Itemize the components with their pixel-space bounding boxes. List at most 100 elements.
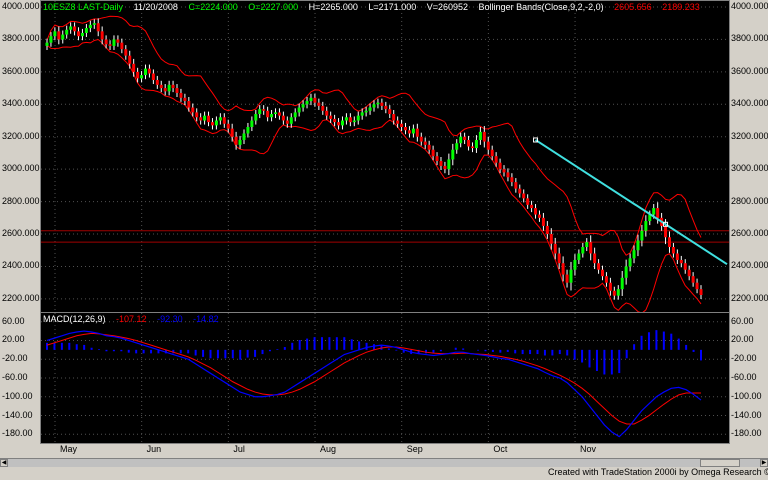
bollinger-upper-band [46,15,702,256]
candle-body [514,182,518,189]
candle-body [640,230,644,241]
price-axis-label-left: 3200.000 [2,130,40,141]
macd-axis-label-right: -100.00 [731,390,762,401]
candle-body [340,120,344,126]
candle-body [644,221,648,231]
macd-axis-label-right: -60.00 [731,372,757,382]
candle-body [585,242,589,247]
candle-body [116,39,120,43]
candle-body [147,68,151,74]
price-axis-label-left: 2600.000 [2,228,40,239]
macd-chart-svg [41,313,729,443]
candle-body [482,131,486,142]
candle-body [561,263,565,275]
price-axis-label-right: 2800.000 [731,195,768,206]
candle-body [530,204,534,209]
candle-body [569,269,573,283]
candle-body [128,55,132,64]
candle-body [171,84,175,89]
price-axis-label-left: 2400.000 [2,260,40,271]
scroll-right-button[interactable]: ▶ [760,459,768,467]
candle-body [664,225,668,238]
candle-body [380,102,384,106]
candle-body [277,112,281,116]
candle-body [396,120,400,124]
candle-body [671,247,675,254]
price-axis-label-right: 4000.000 [731,1,768,11]
footer-credit: Created with TradeStation 2000i by Omega… [548,467,768,477]
price-chart-svg [41,1,729,313]
candle-body [620,277,624,290]
candle-body [612,290,616,296]
candle-body [628,258,632,267]
signal-value: -92.30 [157,314,183,324]
candle-body [167,84,171,92]
candle-body [124,49,128,56]
candle-body [699,289,703,295]
candle-body [388,109,392,115]
candle-body [222,117,226,124]
price-header: 10ESZ8 LAST-Daily 11/20/2008 C=2224.000 … [43,2,708,13]
candle-body [140,75,144,79]
candle-body [636,240,640,251]
candle-body [404,127,408,131]
candle-body [309,97,313,102]
candle-body [317,102,321,106]
candle-body [427,144,431,150]
candle-body [541,217,545,226]
scroll-thumb[interactable] [700,459,740,467]
candle-body [77,31,81,37]
candle-body [632,250,636,259]
candle-body [281,115,285,121]
month-axis-label: Nov [580,444,597,454]
candle-body [360,112,364,116]
candle-body [175,88,179,93]
candle-body [132,63,136,72]
candle-body [589,242,593,254]
candle-body [695,282,699,290]
upper-band-value: 2605.656 [614,2,652,12]
date-label: 11/20/2008 [133,2,178,12]
month-axis-label: Aug [320,444,337,454]
candle-body [557,253,561,264]
candle-body [352,120,356,123]
candle-body [57,31,61,40]
candle-body [687,269,691,277]
candle-body [474,139,478,149]
candle-body [415,128,419,137]
macd-chart-pane[interactable]: MACD(12,26,9) -107.12 -92.30 -14.82 [40,312,730,444]
price-axis-label-left: 3400.000 [2,98,40,109]
candle-body [274,112,278,115]
candle-body [604,276,608,283]
candle-body [675,253,679,260]
candle-body [289,117,293,124]
price-axis-label-right: 2200.000 [731,292,768,303]
candle-body [581,247,585,254]
month-axis-label: Oct [493,444,508,454]
candle-body [329,115,333,119]
macd-axis-label-left: 60.00 [2,315,25,326]
candle-body [597,263,601,270]
candle-body [344,117,348,121]
macd-axis-label-right: -140.00 [731,409,762,420]
month-axis-label: Jul [233,444,245,454]
candle-body [683,263,687,270]
candle-body [506,172,510,178]
horizontal-scrollbar[interactable]: ◀ ▶ [0,458,768,467]
candle-body [155,79,159,85]
macd-axis-label-right: 60.00 [731,315,754,326]
candle-body [372,104,376,108]
candle-body [478,131,482,140]
candle-body [356,115,360,121]
macd-label: MACD(12,26,9) [43,314,106,324]
candle-body [652,208,656,215]
candle-body [537,214,541,218]
candle-body [250,120,254,127]
candle-body [238,139,242,145]
candle-body [258,109,262,115]
price-axis-label-right: 2600.000 [731,228,768,239]
candle-body [376,102,380,105]
candle-body [518,188,522,194]
scroll-left-button[interactable]: ◀ [0,459,8,467]
price-chart-pane[interactable]: 10ESZ8 LAST-Daily 11/20/2008 C=2224.000 … [40,0,730,314]
